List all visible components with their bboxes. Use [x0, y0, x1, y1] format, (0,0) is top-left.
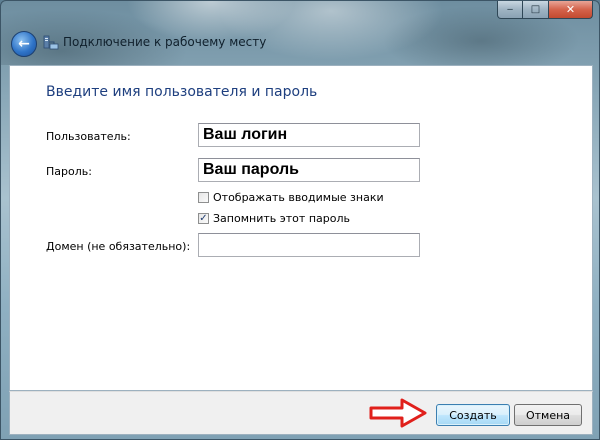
remember-password-checkbox[interactable]: ✓	[198, 213, 209, 224]
dialog-window: ‒ □ ✕ ← Подключение к рабочему месту Вве…	[0, 0, 600, 440]
minimize-button[interactable]: ‒	[497, 1, 523, 19]
show-chars-option[interactable]: Отображать вводимые знаки	[198, 191, 384, 204]
content-panel: Введите имя пользователя и пароль Пользо…	[9, 65, 593, 391]
button-bar: Создать Отмена	[9, 391, 593, 435]
password-input[interactable]	[198, 158, 420, 182]
caption-buttons: ‒ □ ✕	[497, 1, 593, 19]
username-label: Пользователь:	[46, 130, 131, 143]
show-chars-checkbox[interactable]	[198, 192, 209, 203]
network-connection-icon	[43, 35, 59, 50]
show-chars-label: Отображать вводимые знаки	[213, 191, 384, 204]
back-arrow-icon: ←	[18, 36, 30, 52]
password-label: Пароль:	[46, 165, 92, 178]
domain-label: Домен (не обязательно):	[46, 240, 191, 253]
window-title: Подключение к рабочему месту	[63, 35, 267, 49]
remember-password-option[interactable]: ✓ Запомнить этот пароль	[198, 212, 350, 225]
domain-input[interactable]	[198, 233, 420, 257]
maximize-button[interactable]: □	[523, 1, 549, 19]
red-arrow-icon	[369, 398, 427, 428]
remember-password-label: Запомнить этот пароль	[213, 212, 350, 225]
cancel-button[interactable]: Отмена	[514, 404, 582, 426]
page-heading: Введите имя пользователя и пароль	[46, 84, 318, 100]
create-button[interactable]: Создать	[436, 404, 510, 426]
back-button[interactable]: ←	[11, 31, 37, 57]
username-input[interactable]	[198, 123, 420, 147]
close-button[interactable]: ✕	[549, 1, 593, 19]
